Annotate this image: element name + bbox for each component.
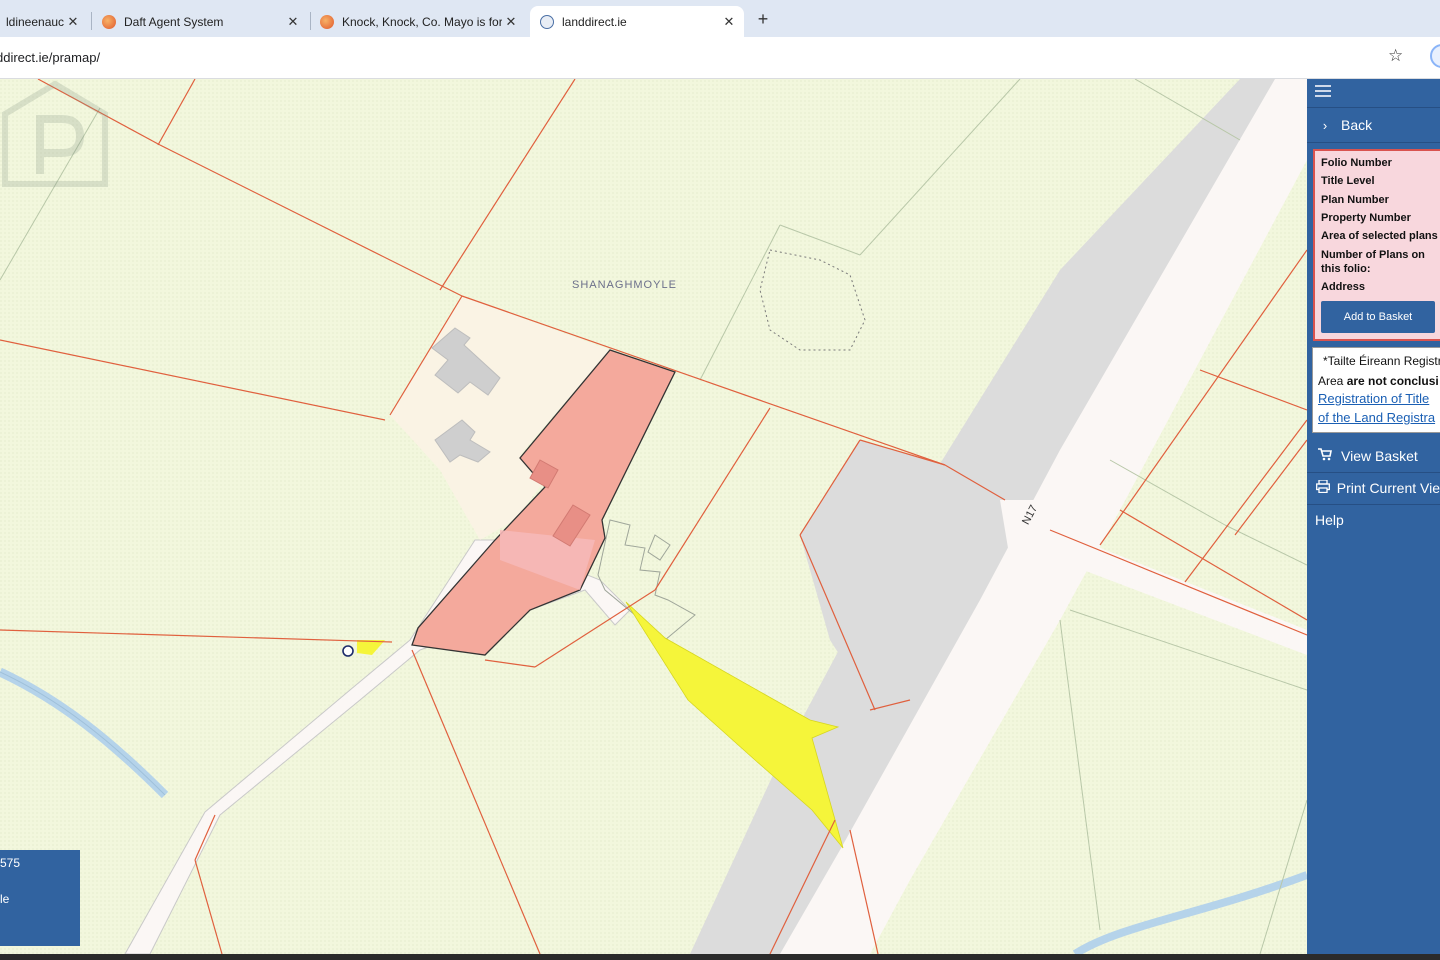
new-tab-button[interactable]: + [752, 8, 774, 30]
print-view-button[interactable]: Print Current Vie [1307, 473, 1440, 503]
view-basket-label: View Basket [1341, 448, 1418, 464]
profile-avatar[interactable] [1430, 44, 1440, 68]
number-of-plans-label-cont: this folio: [1321, 263, 1371, 275]
map-graphics [0, 79, 1307, 954]
title-level-label: Title Level [1321, 175, 1375, 187]
land-registry-link[interactable]: of the Land Registra [1318, 410, 1435, 425]
help-label: Help [1315, 512, 1344, 528]
map-canvas[interactable]: SHANAGHMOYLE N17 575 le [0, 79, 1307, 954]
map-sidebar: › Back Folio Number Title Level Plan Num… [1307, 79, 1440, 954]
folio-number-label: Folio Number [1321, 157, 1392, 169]
disclaimer-panel: *Tailte Éireann Registr Area are not con… [1312, 347, 1440, 433]
shopping-cart-icon [1315, 448, 1335, 464]
sidebar-divider [1307, 107, 1440, 108]
browser-tab-strip: ldineenauct ✕ Daft Agent System ✕ Knock,… [0, 0, 1440, 37]
address-label: Address [1321, 281, 1366, 293]
menu-hamburger-icon[interactable] [1315, 85, 1331, 99]
number-of-plans-label: Number of Plans on [1321, 249, 1425, 261]
disclaimer-line-4: of the Land Registra [1318, 410, 1435, 425]
townland-label: SHANAGHMOYLE [572, 279, 677, 291]
watermark-logo-icon [1, 80, 108, 187]
sidebar-divider [1307, 142, 1440, 143]
print-view-label: Print Current Vie [1336, 480, 1440, 496]
browser-tab-2[interactable]: Daft Agent System ✕ [92, 6, 308, 37]
view-basket-button[interactable]: View Basket [1307, 441, 1440, 471]
taskbar-strip [0, 954, 1440, 960]
map-info-box: 575 le [0, 850, 80, 946]
browser-tab-3[interactable]: Knock, Knock, Co. Mayo is for s ✕ [310, 6, 526, 37]
chevron-right-icon: › [1322, 117, 1328, 133]
tab-title: ldineenauct [6, 14, 64, 29]
info-line-1: 575 [0, 856, 21, 870]
orange-logo-icon [102, 14, 116, 29]
registration-of-title-link[interactable]: Registration of Title [1318, 391, 1429, 406]
tab-title: Daft Agent System [124, 14, 224, 29]
printer-icon [1315, 479, 1331, 496]
browser-tab-4-active[interactable]: landdirect.ie ✕ [530, 6, 744, 37]
orange-logo-icon [320, 14, 334, 29]
disclaimer-text: Area [1318, 374, 1347, 388]
close-icon[interactable]: ✕ [502, 14, 520, 30]
disclaimer-bold: are not conclusi [1346, 374, 1439, 388]
url-field[interactable]: ddirect.ie/pramap/ [0, 50, 100, 65]
add-to-basket-button[interactable]: Add to Basket [1321, 301, 1435, 333]
disclaimer-line-1: *Tailte Éireann Registr [1323, 354, 1440, 368]
close-icon[interactable]: ✕ [284, 14, 302, 30]
close-icon[interactable]: ✕ [64, 14, 82, 30]
folio-details-panel: Folio Number Title Level Plan Number Pro… [1313, 149, 1440, 341]
back-button[interactable]: › Back [1307, 110, 1440, 140]
location-marker [342, 645, 354, 657]
help-button[interactable]: Help [1307, 505, 1440, 535]
area-selected-plans-label: Area of selected plans [1321, 230, 1438, 242]
disclaimer-line-2: Area are not conclusi [1318, 374, 1439, 388]
browser-tab-1[interactable]: ldineenauct ✕ [0, 6, 88, 37]
disclaimer-line-3: Registration of Title [1318, 391, 1429, 406]
close-icon[interactable]: ✕ [720, 14, 738, 30]
info-line-2: le [0, 892, 10, 906]
address-bar-row: ddirect.ie/pramap/ ☆ [0, 37, 1440, 79]
plan-number-label: Plan Number [1321, 194, 1389, 206]
property-number-label: Property Number [1321, 212, 1411, 224]
bookmark-star-icon[interactable]: ☆ [1388, 46, 1403, 66]
tab-title: landdirect.ie [562, 14, 627, 29]
tab-title: Knock, Knock, Co. Mayo is for s [342, 14, 502, 29]
back-label: Back [1341, 117, 1373, 133]
globe-icon [540, 14, 554, 29]
